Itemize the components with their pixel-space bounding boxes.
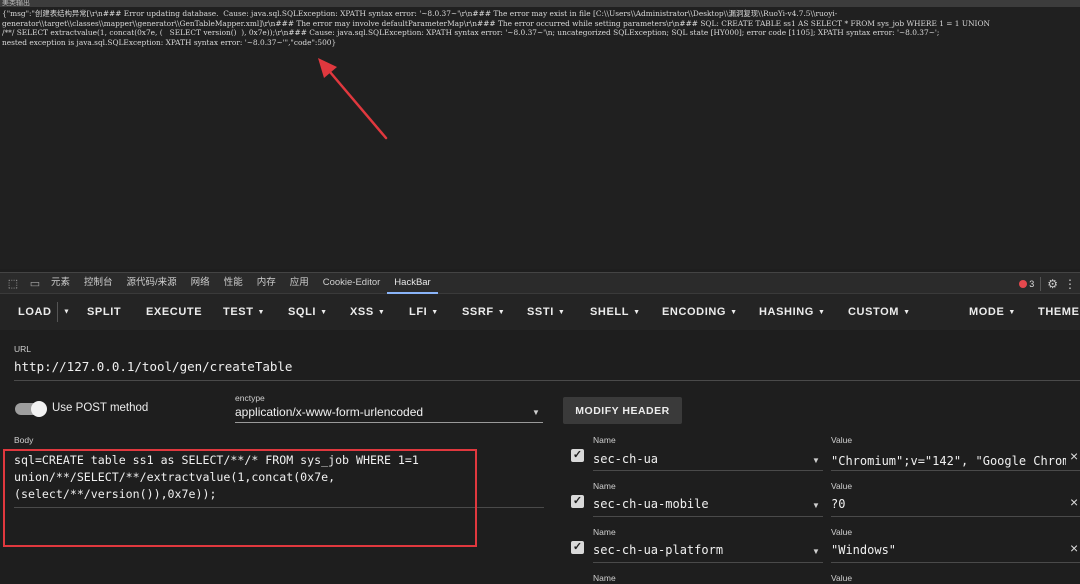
enctype-label: enctype — [235, 393, 265, 403]
vertical-divider — [1040, 277, 1042, 291]
device-toolbar-icon[interactable]: ▭ — [26, 274, 44, 292]
url-underline — [14, 380, 1080, 381]
header-value-input[interactable]: "Chromium";v="142", "Google Chrome — [831, 454, 1066, 468]
settings-gear-icon[interactable]: ⚙ — [1047, 277, 1058, 291]
xss-menu[interactable]: XSS ▼ — [350, 306, 385, 318]
tab-network[interactable]: 网络 — [184, 272, 217, 294]
caret-down-icon: ▼ — [431, 308, 439, 316]
lfi-menu[interactable]: LFI ▼ — [409, 306, 439, 318]
execute-button[interactable]: EXECUTE — [146, 306, 202, 318]
caret-down-icon: ▼ — [257, 308, 266, 316]
chevron-down-icon[interactable]: ▼ — [812, 547, 820, 556]
response-output: {"msg":"创建表结构异常[\r\n### Error updating d… — [0, 7, 1080, 269]
caret-down-icon: ▼ — [557, 308, 566, 316]
header-value-input[interactable]: ?0 — [831, 497, 845, 511]
load-menu-button[interactable]: ▼ — [63, 306, 71, 318]
ssrf-menu[interactable]: SSRF ▼ — [462, 306, 505, 318]
caret-down-icon: ▼ — [497, 308, 506, 316]
devtools-tabbar: ⬚ ▭ 元素 控制台 源代码/来源 网络 性能 内存 应用 Cookie-Edi… — [0, 272, 1080, 294]
header-name-label: Name — [593, 573, 616, 583]
header-name-input[interactable]: sec-ch-ua-platform — [593, 543, 723, 557]
toggle-knob — [31, 401, 47, 417]
highlight-box — [3, 449, 477, 547]
caret-down-icon: ▼ — [63, 308, 71, 316]
mode-menu[interactable]: MODE ▼ — [969, 306, 1016, 318]
caret-down-icon: ▼ — [633, 308, 641, 316]
header-name-label: Name — [593, 435, 616, 445]
tab-sources[interactable]: 源代码/来源 — [120, 272, 184, 294]
header-name-underline — [593, 516, 823, 517]
split-button[interactable]: SPLIT — [87, 306, 121, 318]
header-value-label: Value — [831, 527, 853, 537]
tab-console[interactable]: 控制台 — [77, 272, 120, 294]
enctype-underline — [235, 422, 543, 423]
tab-performance[interactable]: 性能 — [217, 272, 250, 294]
error-counter[interactable]: 3 — [1019, 279, 1034, 289]
error-icon — [1019, 280, 1028, 288]
url-input[interactable]: http://127.0.0.1/tool/gen/createTable — [14, 359, 292, 374]
more-options-icon[interactable]: ⋮ — [1064, 277, 1076, 291]
url-label: URL — [14, 344, 32, 354]
hashing-menu[interactable]: HASHING ▼ — [759, 306, 825, 318]
header-value-underline — [831, 470, 1080, 471]
header-value-input[interactable]: "Windows" — [831, 543, 896, 557]
tab-memory[interactable]: 内存 — [250, 272, 283, 294]
header-name-input[interactable]: sec-ch-ua — [593, 452, 658, 466]
header-value-label: Value — [831, 573, 853, 583]
caret-down-icon: ▼ — [1008, 308, 1016, 316]
inspect-element-icon[interactable]: ⬚ — [4, 274, 22, 292]
header-name-underline — [593, 470, 823, 471]
chevron-down-icon[interactable]: ▼ — [812, 456, 820, 465]
shell-menu[interactable]: SHELL ▼ — [590, 306, 641, 318]
load-button[interactable]: LOAD — [18, 306, 52, 318]
tab-cookie-editor[interactable]: Cookie-Editor — [316, 272, 388, 294]
caret-down-icon: ▼ — [817, 308, 826, 316]
window-title: 美类输出 — [0, 0, 1080, 7]
hackbar-toolbar: LOAD ▼ SPLIT EXECUTE TEST ▼ SQLI ▼ XSS ▼ LF… — [0, 294, 1080, 330]
tab-hackbar[interactable]: HackBar — [387, 272, 438, 294]
header-name-underline — [593, 562, 823, 563]
header-name-label: Name — [593, 527, 616, 537]
encoding-menu[interactable]: ENCODING ▼ — [662, 306, 738, 318]
chevron-down-icon[interactable]: ▼ — [532, 408, 540, 417]
modify-header-button[interactable]: MODIFY HEADER — [563, 397, 682, 424]
sqli-menu[interactable]: SQLI ▼ — [288, 306, 328, 318]
theme-menu[interactable]: THEME — [1038, 306, 1080, 318]
toolbar-divider — [57, 302, 58, 322]
caret-down-icon: ▼ — [903, 308, 911, 316]
tab-elements[interactable]: 元素 — [44, 272, 77, 294]
remove-header-icon[interactable]: × — [1070, 494, 1078, 510]
header-value-clip: "Chromium";v="142", "Google Chrome — [831, 452, 1066, 468]
post-method-toggle[interactable] — [15, 401, 47, 417]
tab-application[interactable]: 应用 — [283, 272, 316, 294]
header-checkbox[interactable]: ✓ — [571, 449, 584, 462]
header-checkbox[interactable]: ✓ — [571, 541, 584, 554]
enctype-select[interactable]: application/x-www-form-urlencoded — [235, 405, 423, 419]
header-value-underline — [831, 562, 1080, 563]
body-label: Body — [14, 435, 34, 445]
test-menu[interactable]: TEST ▼ — [223, 306, 265, 318]
caret-down-icon: ▼ — [730, 308, 738, 316]
custom-menu[interactable]: CUSTOM ▼ — [848, 306, 911, 318]
header-name-label: Name — [593, 481, 616, 491]
remove-header-icon[interactable]: × — [1070, 540, 1078, 556]
chevron-down-icon[interactable]: ▼ — [812, 501, 820, 510]
header-value-underline — [831, 516, 1080, 517]
header-name-input[interactable]: sec-ch-ua-mobile — [593, 497, 709, 511]
caret-down-icon: ▼ — [377, 308, 386, 316]
header-value-label: Value — [831, 435, 853, 445]
ssti-menu[interactable]: SSTI ▼ — [527, 306, 565, 318]
remove-header-icon[interactable]: × — [1070, 448, 1078, 464]
header-value-label: Value — [831, 481, 853, 491]
caret-down-icon: ▼ — [320, 308, 328, 316]
response-text: {"msg":"创建表结构异常[\r\n### Error updating d… — [2, 9, 990, 47]
error-count: 3 — [1029, 279, 1035, 289]
post-method-label: Use POST method — [52, 402, 149, 414]
header-checkbox[interactable]: ✓ — [571, 495, 584, 508]
